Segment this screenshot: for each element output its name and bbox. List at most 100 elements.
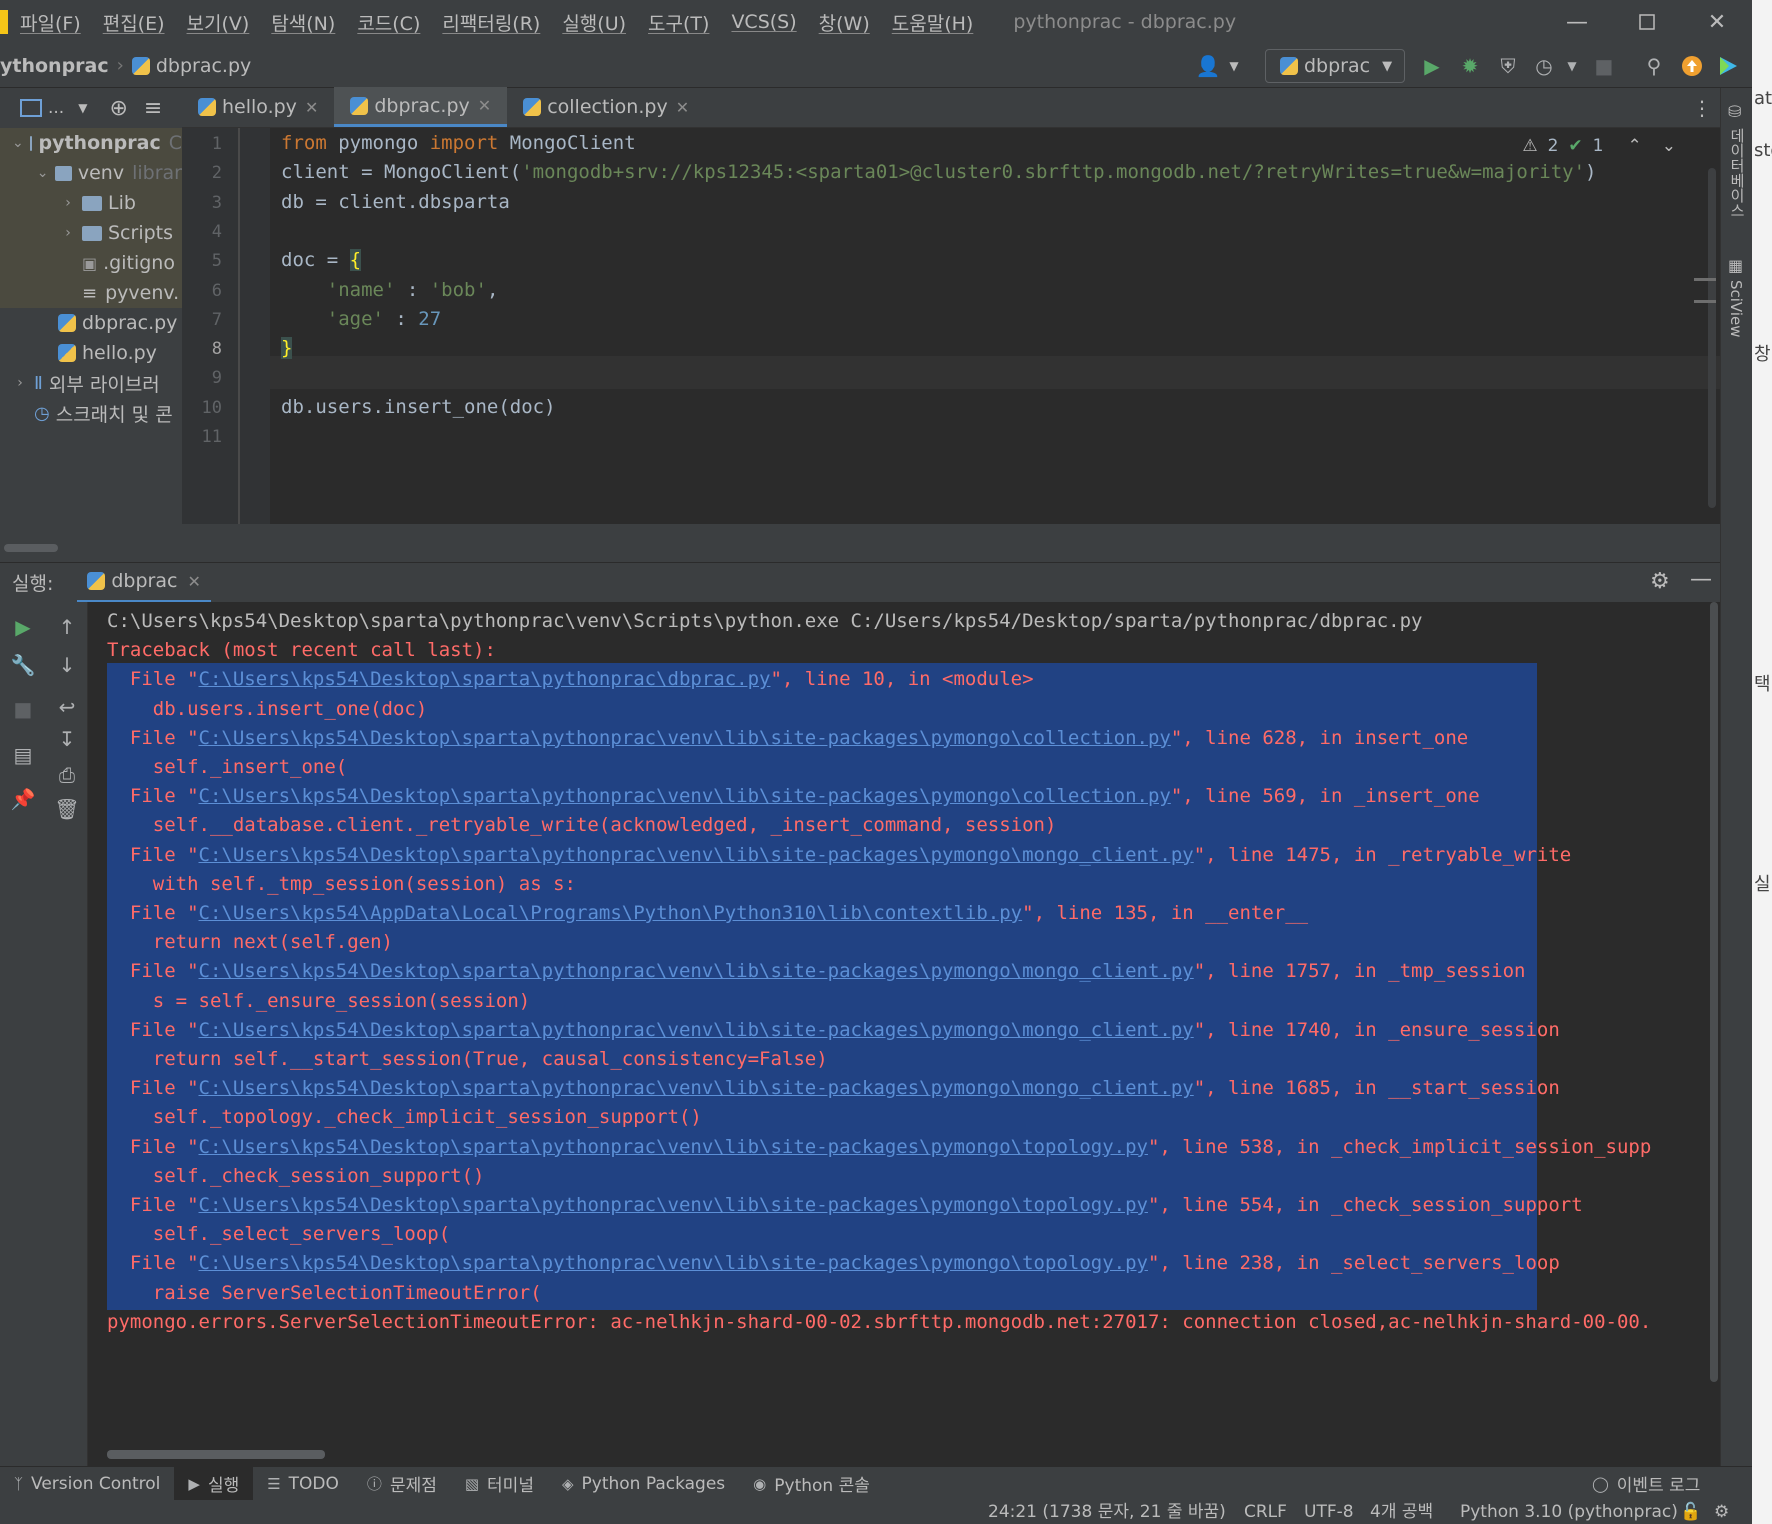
memory-indicator-icon[interactable]: ⚙ — [1714, 1500, 1729, 1524]
next-highlight-icon[interactable]: ⌄ — [1662, 136, 1676, 156]
code-line[interactable]: db = client.dbsparta — [281, 186, 510, 219]
run-console[interactable]: C:\Users\kps54\Desktop\sparta\pythonprac… — [88, 602, 1720, 1466]
code-line[interactable]: db.users.insert_one(doc) — [281, 391, 556, 424]
project-view-ellipsis[interactable]: ... — [48, 98, 64, 118]
caret-position[interactable]: 24:21 (1738 문자, 21 줄 바꿈) — [988, 1500, 1226, 1524]
project-horizontal-scrollbar[interactable] — [4, 544, 58, 552]
toolwindow-python-packages[interactable]: ◈ Python Packages — [548, 1467, 739, 1501]
tree-item[interactable]: › Lib — [0, 188, 182, 218]
settings-gear-icon[interactable]: ⚙ — [1650, 569, 1670, 594]
chevron-right-icon[interactable]: › — [60, 225, 76, 241]
close-tab-icon[interactable]: ✕ — [478, 96, 491, 115]
lock-icon[interactable]: 🔓 — [1680, 1500, 1701, 1524]
stop-icon[interactable]: ■ — [1592, 54, 1616, 78]
close-tab-icon[interactable]: ✕ — [676, 98, 689, 117]
toolwindow-event-log[interactable]: ◯ 이벤트 로그 — [1578, 1467, 1714, 1501]
file-link[interactable]: C:\Users\kps54\Desktop\sparta\pythonprac… — [199, 1077, 1194, 1099]
inspection-widget[interactable]: ⚠ 2 ✔ 1 ⌃ ⌄ — [1522, 136, 1676, 156]
menu-code[interactable]: 코드(C) — [357, 9, 420, 36]
menu-navigate[interactable]: 탐색(N) — [271, 9, 335, 36]
run-tab[interactable]: dbprac ✕ — [77, 563, 211, 603]
tree-item[interactable]: ⌄ venv librar — [0, 158, 182, 188]
prev-highlight-icon[interactable]: ⌃ — [1628, 136, 1642, 156]
code-line[interactable]: from pymongo import MongoClient — [281, 128, 636, 160]
down-arrow-icon[interactable]: ↓ — [54, 652, 80, 678]
collapse-all-icon[interactable]: ≡ — [144, 96, 162, 121]
code-editor[interactable]: 1 2 3 4 5 6 7 8 9 10 11 from pymongo import MongoC… — [182, 128, 1720, 524]
chevron-down-icon[interactable]: ⌄ — [36, 165, 49, 181]
line-separator[interactable]: CRLF — [1244, 1500, 1287, 1524]
file-link[interactable]: C:\Users\kps54\Desktop\sparta\pythonprac… — [199, 1136, 1148, 1158]
profile-icon[interactable]: ◷ — [1532, 54, 1556, 78]
menu-help[interactable]: 도움말(H) — [892, 9, 974, 36]
pin-icon[interactable]: 📌 — [10, 786, 36, 812]
up-arrow-icon[interactable]: ↑ — [54, 614, 80, 640]
toolwindow-version-control[interactable]: ᛉ Version Control — [0, 1467, 174, 1501]
file-link[interactable]: C:\Users\kps54\Desktop\sparta\pythonprac… — [199, 960, 1194, 982]
database-tool-label[interactable]: 데이터베이스 — [1727, 128, 1748, 218]
chevron-right-icon[interactable]: › — [60, 195, 76, 211]
breadcrumb-file[interactable]: dbprac.py — [156, 55, 251, 77]
locate-file-icon[interactable]: ⊕ — [109, 96, 127, 121]
code-line[interactable]: client = MongoClient('mongodb+srv://kps1… — [281, 156, 1597, 189]
console-vertical-scrollbar[interactable] — [1710, 602, 1718, 1382]
close-window-icon[interactable]: ✕ — [1682, 0, 1752, 44]
soft-wrap-icon[interactable]: ↩ — [54, 694, 80, 720]
file-link[interactable]: C:\Users\kps54\Desktop\sparta\pythonprac… — [199, 785, 1171, 807]
file-link[interactable]: C:\Users\kps54\Desktop\sparta\pythonprac… — [199, 727, 1171, 749]
code-line[interactable]: doc = { — [281, 244, 362, 277]
sciview-tool-label[interactable]: SciView — [1727, 280, 1745, 338]
close-run-tab-icon[interactable]: ✕ — [187, 572, 200, 591]
menu-tools[interactable]: 도구(T) — [648, 9, 709, 36]
stop-run-icon[interactable]: ■ — [10, 696, 36, 722]
sciview-icon[interactable]: ▦ — [1728, 256, 1743, 275]
file-link[interactable]: C:\Users\kps54\Desktop\sparta\pythonprac… — [199, 1194, 1148, 1216]
menu-view[interactable]: 보기(V) — [187, 9, 250, 36]
hide-panel-icon[interactable]: — — [1690, 567, 1712, 592]
account-dropdown-icon[interactable]: ▼ — [1222, 54, 1246, 78]
update-icon[interactable] — [1680, 54, 1704, 78]
chevron-down-icon[interactable]: ⌄ — [12, 135, 24, 151]
search-icon[interactable]: ⚲ — [1642, 54, 1666, 78]
tree-item[interactable]: ≡ pyvenv. — [0, 278, 182, 308]
toolwindow-problems[interactable]: ⓘ 문제점 — [353, 1467, 451, 1501]
file-link[interactable]: C:\Users\kps54\Desktop\sparta\pythonprac… — [199, 1019, 1194, 1041]
toolwindow-run[interactable]: ▶ 실행 — [174, 1466, 254, 1501]
database-icon[interactable]: ⛁ — [1728, 102, 1741, 121]
toolwindow-python-console[interactable]: ◉ Python 콘솔 — [739, 1467, 884, 1501]
close-tab-icon[interactable]: ✕ — [305, 98, 318, 117]
python-interpreter[interactable]: Python 3.10 (pythonprac) — [1460, 1500, 1678, 1524]
toolwindow-terminal[interactable]: ▧ 터미널 — [451, 1467, 548, 1501]
menu-window[interactable]: 창(W) — [819, 9, 870, 36]
project-view-icon[interactable] — [20, 99, 42, 117]
debug-icon[interactable]: ✹ — [1458, 54, 1482, 78]
code-line[interactable]: 'name' : 'bob', — [281, 274, 499, 307]
scroll-to-end-icon[interactable]: ↧ — [54, 726, 80, 752]
layout-icon[interactable]: ▤ — [10, 742, 36, 768]
menu-refactor[interactable]: 리팩터링(R) — [442, 9, 540, 36]
tree-item[interactable]: ⌄ pythonprac C — [0, 128, 182, 158]
profile-dropdown-icon[interactable]: ▼ — [1560, 54, 1584, 78]
rerun-icon[interactable]: ▶ — [10, 614, 36, 640]
file-link[interactable]: C:\Users\kps54\Desktop\sparta\pythonprac… — [199, 844, 1194, 866]
editor-tab[interactable]: hello.py ✕ — [182, 87, 334, 127]
maximize-icon[interactable] — [1612, 0, 1682, 44]
editor-tab[interactable]: collection.py ✕ — [507, 87, 705, 127]
minimize-icon[interactable]: — — [1542, 0, 1612, 44]
menu-edit[interactable]: 편집(E) — [103, 9, 165, 36]
menu-vcs[interactable]: VCS(S) — [731, 11, 796, 33]
wrench-icon[interactable]: 🔧 — [10, 652, 36, 678]
editor-vertical-scrollbar[interactable] — [1708, 168, 1716, 508]
file-link[interactable]: C:\Users\kps54\AppData\Local\Programs\Py… — [199, 902, 1023, 924]
tree-item[interactable]: ▣ .gitigno — [0, 248, 182, 278]
user-account-icon[interactable]: 👤 — [1196, 54, 1221, 78]
chevron-right-icon[interactable]: › — [12, 375, 28, 391]
file-encoding[interactable]: UTF-8 — [1304, 1500, 1354, 1524]
project-view-dropdown-icon[interactable]: ▼ — [78, 101, 87, 115]
toolwindow-todo[interactable]: ☰ TODO — [253, 1467, 353, 1501]
tab-overflow-icon[interactable]: ⋮ — [1692, 96, 1712, 120]
editor-tab[interactable]: dbprac.py ✕ — [334, 87, 508, 127]
print-icon[interactable]: ⎙ — [54, 762, 80, 788]
plugin-icon[interactable] — [1716, 54, 1740, 78]
run-configuration-selector[interactable]: dbprac ▼ — [1265, 49, 1405, 83]
